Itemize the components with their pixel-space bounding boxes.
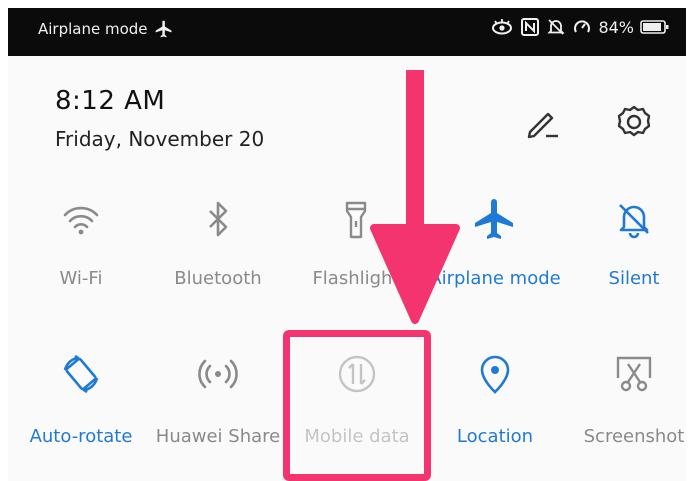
bluetooth-icon: [194, 195, 242, 243]
airplane-status-icon: [154, 19, 174, 39]
gear-icon: [617, 105, 651, 137]
huawei-share-icon: [194, 350, 242, 398]
toggle-label: Location: [456, 426, 534, 447]
battery-saver-icon: [572, 17, 592, 37]
nfc-icon: [520, 17, 540, 37]
toggle-label: Wi-Fi: [59, 268, 103, 289]
toggle-label: Bluetooth: [174, 268, 262, 289]
auto-rotate-icon: [57, 350, 105, 398]
toggle-screenshot[interactable]: Screenshot: [564, 350, 696, 470]
toggle-label: Auto-rotate: [29, 426, 133, 447]
silent-bell-icon: [610, 195, 658, 243]
eye-comfort-icon: [490, 17, 514, 37]
battery-icon: [640, 19, 670, 35]
wifi-icon: [57, 195, 105, 243]
toggle-wifi[interactable]: Wi-Fi: [11, 195, 151, 315]
status-bar-left: Airplane mode: [38, 19, 174, 39]
airplane-icon: [471, 195, 519, 243]
settings-button[interactable]: [611, 99, 657, 145]
toggle-label: Huawei Share: [155, 426, 281, 447]
annotation-highlight-box: [283, 330, 431, 481]
location-pin-icon: [471, 350, 519, 398]
bell-muted-icon: [546, 17, 566, 37]
toggle-bluetooth[interactable]: Bluetooth: [148, 195, 288, 315]
airplane-mode-status-label: Airplane mode: [38, 20, 148, 38]
toggle-auto-rotate[interactable]: Auto-rotate: [11, 350, 151, 470]
annotation-arrow-icon: [370, 70, 460, 324]
toggle-label: Silent: [608, 268, 660, 289]
clock-date: Friday, November 20: [55, 127, 265, 151]
toggle-silent[interactable]: Silent: [564, 195, 696, 315]
toggle-location[interactable]: Location: [425, 350, 565, 470]
status-bar: Airplane mode 84%: [8, 8, 686, 56]
pencil-icon: [527, 112, 558, 139]
screenshot-icon: [610, 350, 658, 398]
toggle-huawei-share[interactable]: Huawei Share: [148, 350, 288, 470]
clock-time: 8:12 AM: [55, 86, 166, 116]
edit-toggles-button[interactable]: [520, 100, 564, 144]
toggle-label: Screenshot: [583, 426, 685, 447]
status-bar-right: 84%: [490, 17, 670, 37]
battery-percent: 84%: [598, 17, 634, 37]
